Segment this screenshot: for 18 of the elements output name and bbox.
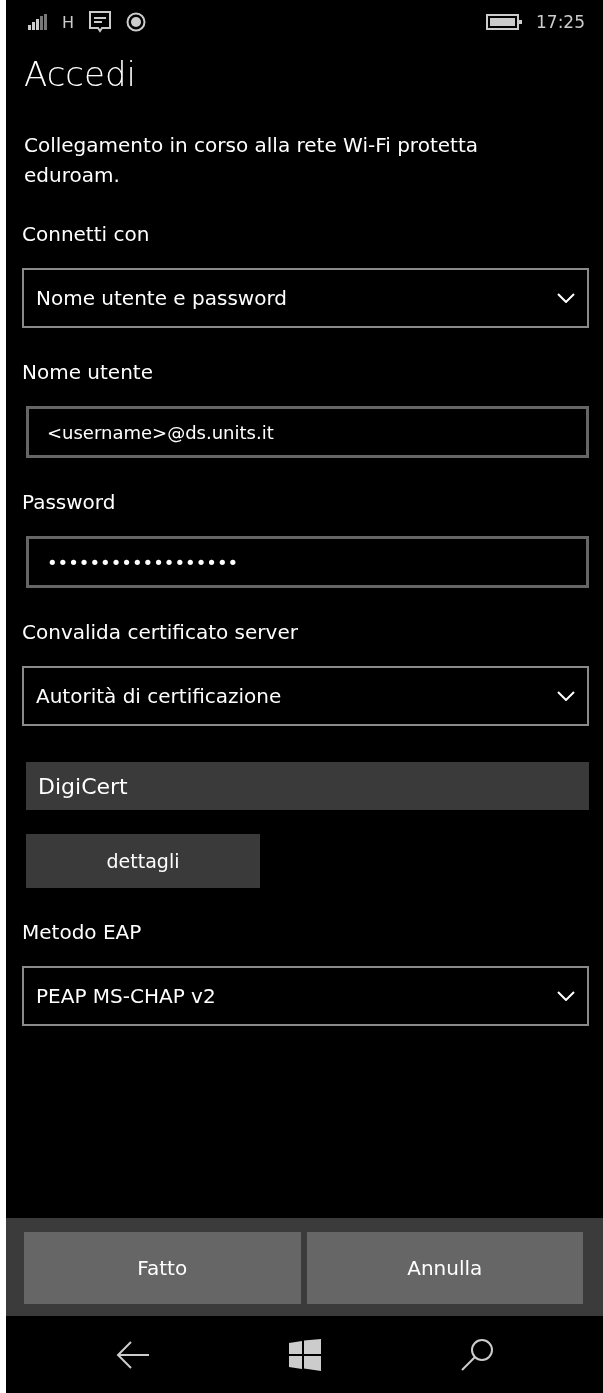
field-label: Connetti con bbox=[22, 222, 151, 246]
field-label: Password bbox=[22, 490, 117, 514]
field-label: Metodo EAP bbox=[22, 920, 143, 944]
dropdown[interactable]: PEAP MS-CHAP v2 bbox=[22, 966, 589, 1026]
input-field[interactable]: <username>@ds.units.it bbox=[26, 406, 589, 458]
network-type: H bbox=[62, 12, 75, 32]
description-text: Collegamento in corso alla rete Wi-Fi protetta eduroam. bbox=[23, 132, 479, 189]
certificate-field[interactable]: DigiCert bbox=[26, 762, 589, 810]
page-title: Accedi bbox=[23, 53, 137, 94]
field-label: Nome utente bbox=[22, 360, 154, 384]
field-label: Convalida certificato server bbox=[22, 620, 299, 644]
details-button[interactable]: dettagli bbox=[26, 834, 260, 888]
action-button[interactable]: Annulla bbox=[306, 1232, 583, 1304]
dropdown[interactable]: Nome utente e password bbox=[22, 268, 589, 328]
status-time: 17:25 bbox=[536, 12, 585, 32]
dropdown[interactable]: Autorità di certificazione bbox=[22, 666, 589, 726]
action-button[interactable]: Fatto bbox=[24, 1232, 301, 1304]
input-field[interactable]: •••••••••••••••••• bbox=[26, 536, 589, 588]
